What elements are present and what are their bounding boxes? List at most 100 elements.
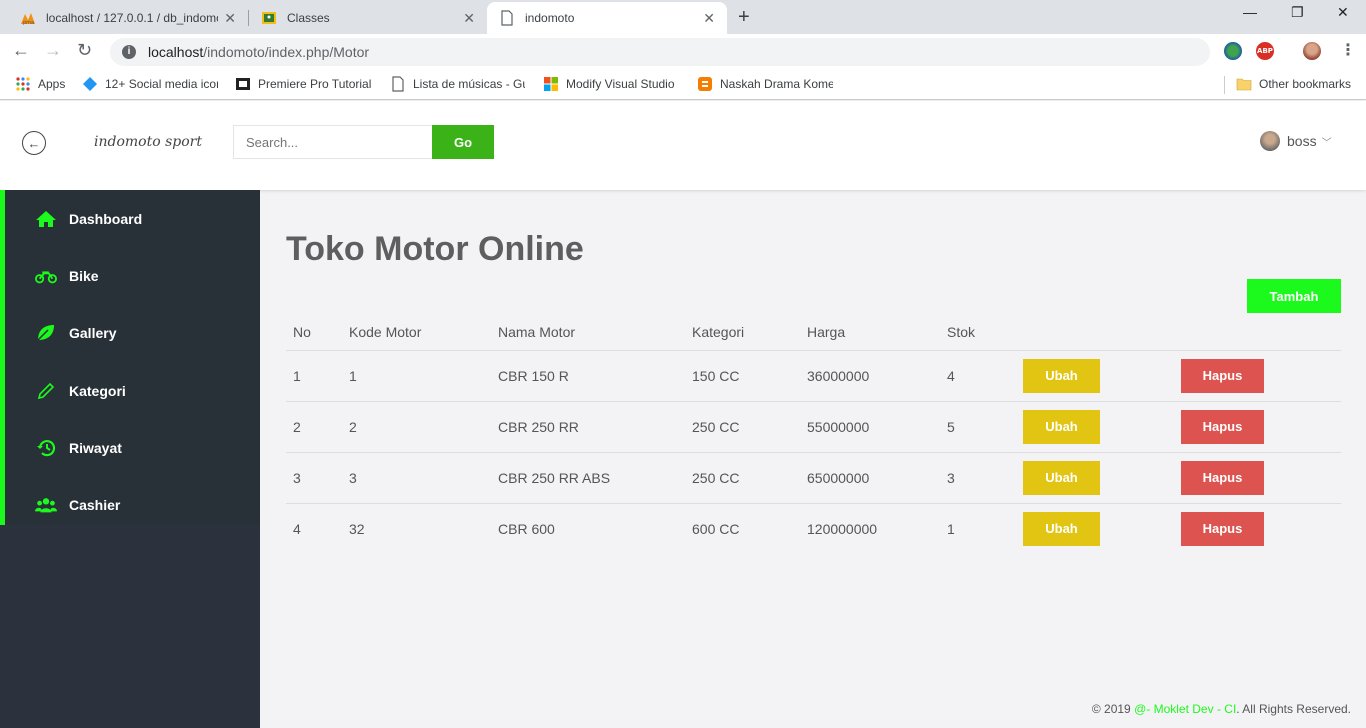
- sidebar-item-label: Kategori: [69, 382, 126, 399]
- table-row: 4 32 CBR 600 600 CC 120000000 1 Ubah Hap…: [286, 503, 1341, 554]
- extension-globe-icon[interactable]: [1224, 42, 1242, 60]
- browser-tab-phpmyadmin[interactable]: pma localhost / 127.0.0.1 / db_indomoto …: [8, 2, 248, 34]
- app-header: ← indomoto sport Go boss ﹀: [0, 101, 1366, 190]
- url-host: localhost: [148, 44, 204, 60]
- sidebar-item-dashboard[interactable]: Dashboard: [5, 190, 260, 247]
- site-info-icon[interactable]: i: [122, 45, 136, 59]
- bookmark-label: Other bookmarks: [1259, 77, 1352, 91]
- bookmark-label: 12+ Social media icon: [105, 77, 218, 91]
- footer: © 2019 @- Moklet Dev - CI. All Rights Re…: [1092, 702, 1351, 716]
- user-menu[interactable]: boss ﹀: [1260, 131, 1332, 151]
- cell-stok: 3: [940, 452, 1016, 504]
- tab-title: indomoto: [525, 11, 575, 25]
- sidebar-item-label: Dashboard: [69, 210, 143, 227]
- search-input[interactable]: [233, 125, 432, 159]
- reload-icon[interactable]: ↻: [77, 40, 92, 61]
- film-icon: [235, 76, 251, 92]
- bookmark-label: Premiere Pro Tutorial: [258, 77, 371, 91]
- bookmark-premiere[interactable]: Premiere Pro Tutorial: [235, 76, 371, 92]
- cell-kode: 1: [342, 350, 491, 402]
- chrome-menu-icon[interactable]: ⋮: [1340, 40, 1356, 60]
- profile-avatar-icon[interactable]: [1303, 42, 1321, 60]
- column-header: No: [286, 314, 342, 351]
- sidebar: Dashboard Bike Gallery Kategori Riwayat: [0, 190, 260, 728]
- minimize-icon[interactable]: —: [1243, 4, 1257, 20]
- page-icon: [499, 10, 515, 26]
- column-header: Harga: [800, 314, 940, 351]
- cell-stok: 1: [947, 520, 955, 537]
- edit-button[interactable]: Ubah: [1023, 511, 1100, 546]
- restore-icon[interactable]: ❐: [1291, 4, 1304, 21]
- bookmark-visual-studio[interactable]: Modify Visual Studio: [543, 76, 678, 92]
- home-icon: [35, 210, 57, 228]
- cell-edit: Ubah: [1016, 350, 1174, 402]
- footer-rights: . All Rights Reserved.: [1236, 702, 1351, 716]
- sidebar-item-bike[interactable]: Bike: [5, 247, 260, 304]
- column-header: Stok: [940, 314, 1016, 351]
- brand-logo[interactable]: indomoto sport: [94, 134, 202, 150]
- cell-delete: Hapus: [1174, 401, 1341, 453]
- search-form: Go: [233, 125, 494, 159]
- edit-button[interactable]: Ubah: [1023, 358, 1100, 393]
- phpmyadmin-icon: pma: [20, 10, 36, 26]
- close-tab-icon[interactable]: ✕: [224, 10, 236, 27]
- sidebar-item-gallery[interactable]: Gallery: [5, 305, 260, 362]
- delete-button[interactable]: Hapus: [1181, 511, 1264, 546]
- edit-button[interactable]: Ubah: [1023, 409, 1100, 444]
- bookmark-apps[interactable]: Apps: [15, 76, 65, 92]
- delete-button[interactable]: Hapus: [1181, 358, 1264, 393]
- edit-button[interactable]: Ubah: [1023, 460, 1100, 495]
- adblock-icon[interactable]: ABP: [1256, 42, 1274, 60]
- tab-title: Classes: [287, 11, 330, 25]
- cell-edit: Ubah: [1016, 452, 1174, 504]
- browser-tab-classes[interactable]: Classes ✕: [249, 2, 487, 34]
- forward-arrow-icon[interactable]: →: [44, 40, 62, 61]
- sidebar-item-label: Bike: [69, 267, 99, 284]
- chevron-down-icon: ﹀: [1321, 137, 1332, 149]
- browser-tab-strip: pma localhost / 127.0.0.1 / db_indomoto …: [0, 0, 1366, 34]
- close-window-icon[interactable]: ✕: [1337, 4, 1349, 21]
- cell-no: 2: [286, 401, 342, 453]
- back-arrow-icon[interactable]: ←: [12, 40, 30, 61]
- bookmark-social-media[interactable]: 12+ Social media icon: [82, 76, 218, 92]
- close-tab-icon[interactable]: ✕: [703, 10, 715, 27]
- add-motor-button[interactable]: Tambah: [1247, 279, 1341, 313]
- sidebar-item-label: Gallery: [69, 325, 117, 342]
- microsoft-icon: [543, 76, 559, 92]
- sidebar-item-label: Cashier: [69, 497, 121, 514]
- new-tab-icon[interactable]: +: [738, 6, 750, 29]
- go-button[interactable]: Go: [432, 125, 494, 159]
- username: boss: [1287, 133, 1317, 149]
- footer-copyright: © 2019: [1091, 702, 1135, 716]
- document-icon: [390, 76, 406, 92]
- cell-delete: Hapus: [1174, 503, 1341, 554]
- leaf-icon: [35, 324, 57, 342]
- delete-button[interactable]: Hapus: [1181, 409, 1264, 444]
- footer-link[interactable]: @- Moklet Dev - CI: [1134, 702, 1236, 716]
- users-icon: [35, 496, 57, 514]
- cell-nama: CBR 250 RR: [491, 401, 685, 453]
- cell-edit: Ubah: [1016, 503, 1174, 554]
- close-tab-icon[interactable]: ✕: [463, 10, 475, 27]
- browser-tab-indomoto[interactable]: indomoto ✕: [487, 2, 727, 34]
- main-content: Toko Motor Online Tambah No Kode Motor N…: [260, 190, 1366, 728]
- back-circle-icon[interactable]: ←: [22, 131, 46, 155]
- bookmarks-bar: Apps 12+ Social media icon Premiere Pro …: [0, 70, 1366, 100]
- cell-delete: Hapus: [1174, 350, 1341, 402]
- cell-harga: 55000000: [800, 401, 940, 453]
- bookmark-other[interactable]: Other bookmarks: [1236, 76, 1351, 92]
- delete-button[interactable]: Hapus: [1181, 460, 1264, 495]
- motorcycle-icon: [35, 267, 57, 285]
- address-bar[interactable]: i localhost/indomoto/index.php/Motor: [110, 38, 1210, 66]
- history-icon: [35, 439, 57, 457]
- column-header-edit: [1016, 314, 1174, 351]
- sidebar-item-riwayat[interactable]: Riwayat: [5, 419, 260, 476]
- table-row: 2 2 CBR 250 RR 250 CC 55000000 5 Ubah Ha…: [286, 401, 1341, 453]
- cell-harga: 120000000: [807, 520, 878, 537]
- cell-harga: 65000000: [800, 452, 940, 504]
- sidebar-item-kategori[interactable]: Kategori: [5, 362, 260, 419]
- bookmark-lista-musicas[interactable]: Lista de músicas - Gu: [390, 76, 525, 92]
- classroom-icon: [261, 10, 277, 26]
- bookmark-naskah-drama[interactable]: Naskah Drama Kome: [697, 76, 833, 92]
- pencil-icon: [35, 382, 57, 400]
